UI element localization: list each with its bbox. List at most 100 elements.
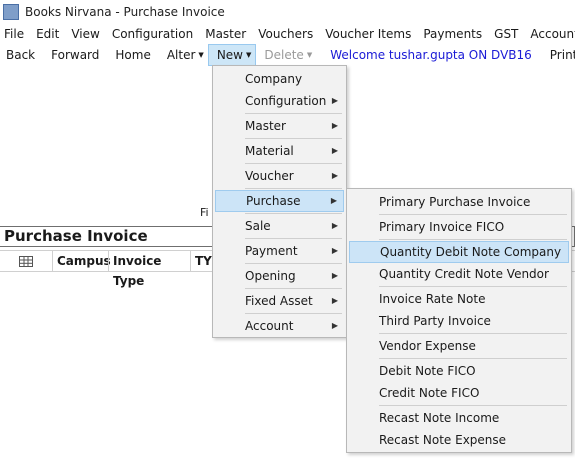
menu-separator [245, 238, 342, 239]
menu-separator [379, 333, 567, 334]
title-bar: Books Nirvana - Purchase Invoice [0, 0, 575, 24]
chevron-right-icon: ▶ [331, 121, 338, 130]
menu-separator [245, 288, 342, 289]
menu-bar: File Edit View Configuration Master Vouc… [0, 24, 575, 44]
new-menu-item-payment[interactable]: Payment ▶ [215, 240, 344, 262]
menu-item-label: Account [245, 319, 294, 333]
purchase-item-vendor-expense[interactable]: Vendor Expense [349, 335, 569, 357]
menu-accounts[interactable]: Accounts [524, 24, 575, 44]
welcome-text: Welcome tushar.gupta ON DVB16 [330, 48, 532, 62]
menu-item-label: Material [245, 144, 294, 158]
purchase-item-credit-note-fico[interactable]: Credit Note FICO [349, 382, 569, 404]
menu-item-label: Configuration [245, 94, 327, 108]
home-button[interactable]: Home [107, 44, 158, 66]
menu-file[interactable]: File [0, 24, 30, 44]
menu-gst[interactable]: GST [488, 24, 524, 44]
menu-payments[interactable]: Payments [417, 24, 488, 44]
menu-separator [379, 405, 567, 406]
menu-voucher-items[interactable]: Voucher Items [319, 24, 417, 44]
menu-item-label: Quantity Debit Note Company [380, 245, 562, 259]
purchase-item-debit-note-fico[interactable]: Debit Note FICO [349, 360, 569, 382]
menu-separator [245, 138, 342, 139]
menu-item-label: Payment [245, 244, 298, 258]
menu-item-label: Master [245, 119, 286, 133]
new-menu-item-fixed-asset[interactable]: Fixed Asset ▶ [215, 290, 344, 312]
grid-icon[interactable] [0, 251, 52, 271]
menu-separator [245, 263, 342, 264]
forward-button[interactable]: Forward [43, 44, 107, 66]
menu-item-label: Invoice Rate Note [379, 292, 486, 306]
page-title: Purchase Invoice [4, 227, 148, 245]
purchase-item-recast-note-expense[interactable]: Recast Note Expense [349, 429, 569, 451]
column-header-invoice-type[interactable]: Invoice Type [108, 251, 190, 288]
new-menu: Company Configuration ▶ Master ▶ Material ▶… [212, 65, 347, 338]
menu-item-label: Credit Note FICO [379, 386, 480, 400]
menu-item-label: Voucher [245, 169, 294, 183]
menu-item-label: Third Party Invoice [379, 314, 491, 328]
chevron-right-icon: ▶ [331, 296, 338, 305]
new-menu-item-sale[interactable]: Sale ▶ [215, 215, 344, 237]
menu-item-label: Recast Note Expense [379, 433, 507, 447]
caret-down-icon: ▼ [306, 51, 313, 59]
filter-label: Fi [200, 206, 209, 219]
delete-dropdown[interactable]: Delete ▼ [256, 44, 316, 66]
caret-down-icon: ▼ [198, 51, 204, 59]
new-menu-item-purchase[interactable]: Purchase ▶ [215, 190, 344, 212]
print-button[interactable]: Print [542, 44, 575, 66]
new-menu-item-voucher[interactable]: Voucher ▶ [215, 165, 344, 187]
menu-separator [379, 358, 567, 359]
menu-separator [245, 113, 342, 114]
menu-item-label: Debit Note FICO [379, 364, 476, 378]
menu-master[interactable]: Master [199, 24, 252, 44]
menu-separator [245, 313, 342, 314]
toolbar: Back Forward Home Alter ▼ New ▼ Delete ▼ We… [0, 44, 575, 66]
chevron-right-icon: ▶ [331, 271, 338, 280]
chevron-right-icon: ▶ [331, 171, 338, 180]
window-title: Books Nirvana - Purchase Invoice [25, 5, 225, 19]
new-menu-item-master[interactable]: Master ▶ [215, 115, 344, 137]
back-button[interactable]: Back [0, 44, 43, 66]
menu-edit[interactable]: Edit [30, 24, 65, 44]
delete-label: Delete [264, 48, 304, 62]
menu-item-label: Company [245, 72, 303, 86]
new-menu-item-configuration[interactable]: Configuration ▶ [215, 90, 344, 112]
purchase-item-primary-purchase-invoice[interactable]: Primary Purchase Invoice [349, 191, 569, 213]
new-menu-item-material[interactable]: Material ▶ [215, 140, 344, 162]
chevron-right-icon: ▶ [331, 96, 338, 105]
menu-item-label: Recast Note Income [379, 411, 500, 425]
menu-item-label: Primary Purchase Invoice [379, 195, 531, 209]
menu-configuration[interactable]: Configuration [106, 24, 199, 44]
menu-item-label: Primary Invoice FICO [379, 220, 505, 234]
purchase-submenu: Primary Purchase Invoice Primary Invoice… [346, 188, 572, 453]
table-icon [19, 255, 33, 267]
menu-separator [379, 286, 567, 287]
menu-item-label: Quantity Credit Note Vendor [379, 267, 549, 281]
menu-vouchers[interactable]: Vouchers [252, 24, 319, 44]
new-menu-item-company[interactable]: Company [215, 68, 344, 90]
new-menu-item-opening[interactable]: Opening ▶ [215, 265, 344, 287]
purchase-item-recast-note-income[interactable]: Recast Note Income [349, 407, 569, 429]
app-icon [3, 4, 19, 20]
menu-view[interactable]: View [65, 24, 105, 44]
chevron-right-icon: ▶ [331, 221, 338, 230]
menu-item-label: Opening [245, 269, 296, 283]
purchase-item-quantity-credit-note-vendor[interactable]: Quantity Credit Note Vendor [349, 263, 569, 285]
menu-item-label: Vendor Expense [379, 339, 476, 353]
purchase-item-invoice-rate-note[interactable]: Invoice Rate Note [349, 288, 569, 310]
purchase-item-primary-invoice-fico[interactable]: Primary Invoice FICO [349, 216, 569, 238]
menu-item-label: Sale [245, 219, 271, 233]
menu-separator [245, 213, 342, 214]
alter-label: Alter [166, 48, 196, 62]
caret-down-icon: ▼ [246, 51, 252, 59]
new-menu-item-account[interactable]: Account ▶ [215, 315, 344, 337]
alter-dropdown[interactable]: Alter ▼ [159, 44, 208, 66]
menu-separator [245, 188, 342, 189]
column-header-campus[interactable]: Campus [52, 251, 111, 271]
purchase-item-third-party-invoice[interactable]: Third Party Invoice [349, 310, 569, 332]
chevron-right-icon: ▶ [331, 246, 338, 255]
purchase-item-quantity-debit-note-company[interactable]: Quantity Debit Note Company [349, 241, 569, 263]
menu-item-label: Fixed Asset [245, 294, 313, 308]
menu-separator [379, 214, 567, 215]
new-dropdown[interactable]: New ▼ [207, 44, 257, 66]
menu-separator [245, 163, 342, 164]
